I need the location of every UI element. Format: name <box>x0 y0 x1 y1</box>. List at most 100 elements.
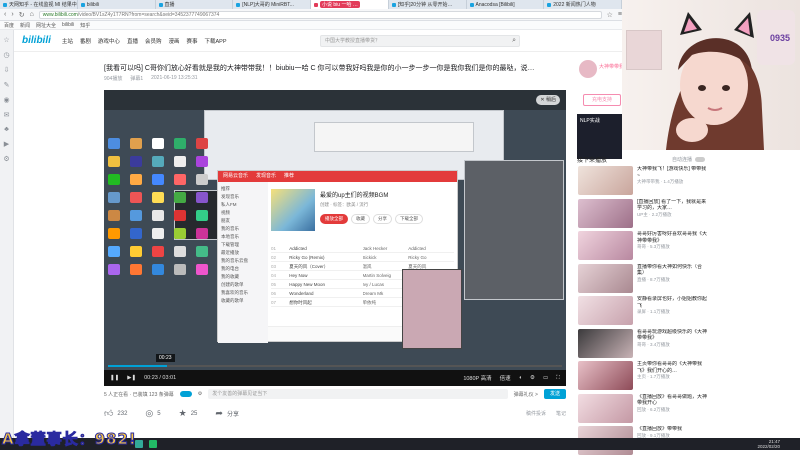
history-icon[interactable]: ◷ <box>3 51 9 59</box>
video-thumbnail[interactable] <box>578 393 633 423</box>
video-icon[interactable]: ▶ <box>4 140 9 148</box>
browser-tab[interactable]: 2022 新闻热门人物 <box>544 0 622 9</box>
settings-icon[interactable]: ⚙ <box>530 375 535 381</box>
nav-item[interactable]: 赛事 <box>186 37 197 45</box>
download-icon[interactable]: ⇩ <box>4 66 10 74</box>
browser-tab[interactable]: [NLP]大哥的 MiniRBT... <box>233 0 311 9</box>
browser-tab[interactable]: Anacodsa [Bilibili] <box>467 0 545 9</box>
browser-tab[interactable]: [知乎]20分钟 从零开始… <box>389 0 467 9</box>
tab-favicon <box>80 2 85 7</box>
recommend-item[interactable]: 安静看录屏也好，小姐姐教你起飞 录屏 · 1.1万播放 <box>578 296 708 329</box>
search-input[interactable]: 中国大学教授直播带货？ ⌕ <box>320 35 520 47</box>
desktop-icon <box>130 192 142 203</box>
video-thumbnail[interactable] <box>578 328 633 358</box>
bookmark-item[interactable]: 网址大全 <box>36 22 56 29</box>
bookmark-item[interactable]: 百度 <box>4 22 14 29</box>
play-pause-icon[interactable]: ❚❚ <box>110 375 119 381</box>
video-frame[interactable]: 网易云音乐 发现音乐 推荐 推荐 发现音乐 私人FM 视频 朋友 我的音乐 本地… <box>104 90 566 370</box>
like-button[interactable]: 👍︎ 232 <box>104 408 127 419</box>
bilibili-logo[interactable]: bilibili <box>22 35 51 46</box>
desktop-icon <box>130 228 142 239</box>
back-icon[interactable]: ‹ <box>4 11 6 18</box>
download-app-link[interactable]: 下载APP <box>205 37 227 45</box>
desktop-icon <box>174 210 186 221</box>
browser-tab[interactable]: 直播 <box>156 0 234 9</box>
watch-later-button[interactable]: ✕ 稍后 <box>536 95 560 105</box>
report-link[interactable]: 稿件投诉 <box>526 410 546 417</box>
quality-select[interactable]: 1080P 高清 <box>463 374 491 382</box>
next-icon[interactable]: ▶❚ <box>127 375 136 381</box>
home-icon[interactable]: ⌂ <box>30 11 34 18</box>
video-player[interactable]: 网易云音乐 发现音乐 推荐 推荐 发现音乐 私人FM 视频 朋友 我的音乐 本地… <box>104 90 566 386</box>
send-button[interactable]: 发送 <box>543 389 566 399</box>
danmaku-etiquette-link[interactable]: 弹幕礼仪 > <box>514 391 538 398</box>
danmaku-input[interactable]: 发个友善的弹幕见证当下 <box>208 389 508 399</box>
video-thumbnail[interactable] <box>578 166 633 195</box>
recommend-item[interactable]: 主页带你看哥哥的《大神带我飞》我们开心的… 主页 · 1.7万播放 <box>578 361 708 394</box>
browser-tab[interactable]: bilibili <box>78 0 156 9</box>
video-thumbnail[interactable] <box>578 198 633 228</box>
desktop-icon <box>108 246 120 257</box>
danmaku-toggle[interactable] <box>179 391 192 397</box>
reload-icon[interactable]: ↻ <box>19 11 25 19</box>
progress-bar[interactable] <box>108 365 562 367</box>
desktop-icon <box>174 246 186 257</box>
nav-item[interactable]: 会员购 <box>145 37 162 45</box>
taskbar-app-icon[interactable] <box>149 440 157 448</box>
game-icon[interactable]: ♣ <box>4 126 9 133</box>
volume-icon[interactable]: ◖ <box>519 375 522 381</box>
nav-item[interactable]: 番剧 <box>80 37 91 45</box>
speed-select[interactable]: 倍速 <box>500 374 511 382</box>
forward-icon[interactable]: › <box>11 11 13 18</box>
charge-button[interactable]: 充电支持 <box>583 94 621 106</box>
playlist-buttons: 播放全部 收藏 分享 下载全部 <box>320 214 423 224</box>
up-name[interactable]: 大神带带我 <box>599 63 624 70</box>
share-button[interactable]: ➦ 分享 <box>215 408 239 419</box>
video-thumbnail[interactable] <box>578 361 633 390</box>
tab-favicon <box>158 2 163 7</box>
bookmark-item[interactable]: 新闻 <box>20 22 30 29</box>
video-thumbnail[interactable] <box>578 231 633 260</box>
note-icon[interactable]: ✎ <box>4 81 10 89</box>
nav-item[interactable]: 漫画 <box>168 37 179 45</box>
recommend-item[interactable]: [直播回放] 看了一下，我就是来学习的，大家… UP主 · 2.2万播放 <box>578 198 708 232</box>
desktop-icon <box>130 138 142 149</box>
recommend-item[interactable]: 大神带我飞！[游戏快乐] 带带我~ 大神带带我 · 1.4万播放 <box>578 166 708 199</box>
recommend-item[interactable]: 直播带你看大神如何快乐（合集） 直播 · 8.7万播放 <box>578 263 708 297</box>
recommend-item[interactable]: 看哥哥玩游戏超级快乐的《大神带带我》 哥哥 · 3.4万播放 <box>578 328 708 362</box>
fullscreen-icon[interactable]: ⛶ <box>556 375 560 382</box>
recommend-item[interactable]: 《直播回放》看哥哥做题，大神带我开心 回放 · 6.2万播放 <box>578 393 708 427</box>
video-title: [我看可以吗] C哥你们放心好看就是我的大神带带我！！biubiu一哈 C 你可… <box>104 65 535 72</box>
up-info: 大神带带我 <box>575 58 624 98</box>
video-thumbnail[interactable] <box>578 263 633 293</box>
ad-banner[interactable]: NLP实战 <box>577 114 622 159</box>
browser-tab[interactable]: 天网知乎 - 在线监视 MI 结果中 <box>0 0 78 9</box>
autoplay-toggle[interactable]: 自动连播 <box>672 155 705 164</box>
share-icon: ➦ <box>215 408 223 418</box>
weibo-icon[interactable]: ◉ <box>3 96 9 104</box>
danmaku-settings-icon[interactable]: ⚙ <box>198 391 202 397</box>
nav-item[interactable]: 主站 <box>62 37 73 45</box>
star-icon[interactable]: ☆ <box>607 11 613 19</box>
bookmark-item[interactable]: 知乎 <box>80 22 90 29</box>
desktop-icon <box>174 192 186 203</box>
recommend-item[interactable]: 哥哥好厉害呀好喜欢哥哥我《大神带带我》 哥哥 · 5.3万播放 <box>578 231 708 264</box>
widescreen-icon[interactable]: ▭ <box>543 375 548 381</box>
search-icon[interactable]: ⌕ <box>512 36 516 46</box>
nav-item[interactable]: 游戏中心 <box>98 37 120 45</box>
desktop-icon <box>196 210 208 221</box>
url-input[interactable]: www.bilibili.com/video/BV1sZ4y1T7RN?from… <box>38 10 602 19</box>
mail-icon[interactable]: ✉ <box>4 111 10 119</box>
desktop-icon <box>174 228 186 239</box>
video-thumbnail[interactable] <box>578 296 633 325</box>
bookmark-item[interactable]: bilibili <box>62 22 74 28</box>
settings-icon[interactable]: ⚙ <box>3 155 9 163</box>
desktop-icon <box>196 138 208 149</box>
favorite-button[interactable]: ★ 25 <box>179 408 198 419</box>
avatar[interactable] <box>579 60 597 78</box>
coin-button[interactable]: ◎ 5 <box>145 408 160 419</box>
browser-tab-active[interactable]: 小说 biu 一哈 … <box>311 0 389 9</box>
star-icon[interactable]: ☆ <box>3 36 9 44</box>
notes-link[interactable]: 笔记 <box>556 410 566 417</box>
nav-item[interactable]: 直播 <box>127 37 138 45</box>
